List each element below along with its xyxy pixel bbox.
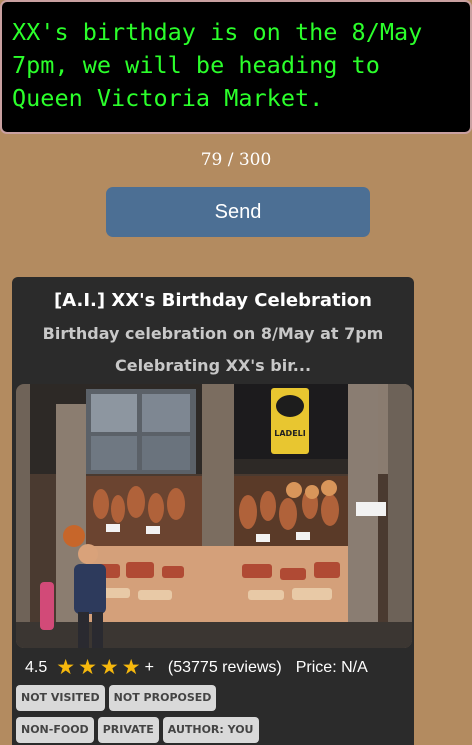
photo-sign-text: LADELI <box>274 429 305 438</box>
card-title: [A.I.] XX's Birthday Celebration <box>54 290 372 311</box>
tag-not-proposed: NOT PROPOSED <box>108 685 217 711</box>
tag-not-visited: NOT VISITED <box>16 685 105 711</box>
review-count: (53775 reviews) <box>167 659 282 676</box>
page: XX's birthday is on the 8/May 7pm, we wi… <box>0 0 472 745</box>
tag-author: AUTHOR: YOU <box>162 717 259 743</box>
rating-value: 4.5 <box>25 659 48 676</box>
star-icon: ★ <box>78 656 97 679</box>
event-card[interactable]: [A.I.] XX's Birthday Celebration Birthda… <box>12 277 414 745</box>
star-icon: ★ <box>99 656 119 679</box>
card-subtitle: Birthday celebration on 8/May at 7pm <box>42 324 384 343</box>
rating-row: 4.5 ★ ★ ★ ★ + (53775 reviews) Price: N/A <box>25 657 368 679</box>
tag-private: PRIVATE <box>97 717 159 743</box>
market-photo: LADELI <box>16 384 412 648</box>
character-counter: 79 / 300 <box>200 150 272 170</box>
rating-plus: + <box>144 659 154 676</box>
price-label: Price: N/A <box>295 659 368 676</box>
card-description: Celebrating XX's bir... <box>114 356 312 375</box>
message-textarea[interactable]: XX's birthday is on the 8/May 7pm, we wi… <box>0 0 472 134</box>
category-tags: NON-FOOD PRIVATE AUTHOR: YOU <box>16 717 414 743</box>
star-icon: ★ <box>121 656 141 679</box>
status-tags: NOT VISITED NOT PROPOSED <box>16 685 414 711</box>
send-button[interactable]: Send <box>106 187 370 237</box>
rating-stars: ★ ★ ★ ★ <box>56 657 143 679</box>
star-icon: ★ <box>56 656 76 679</box>
tag-non-food: NON-FOOD <box>16 717 94 743</box>
